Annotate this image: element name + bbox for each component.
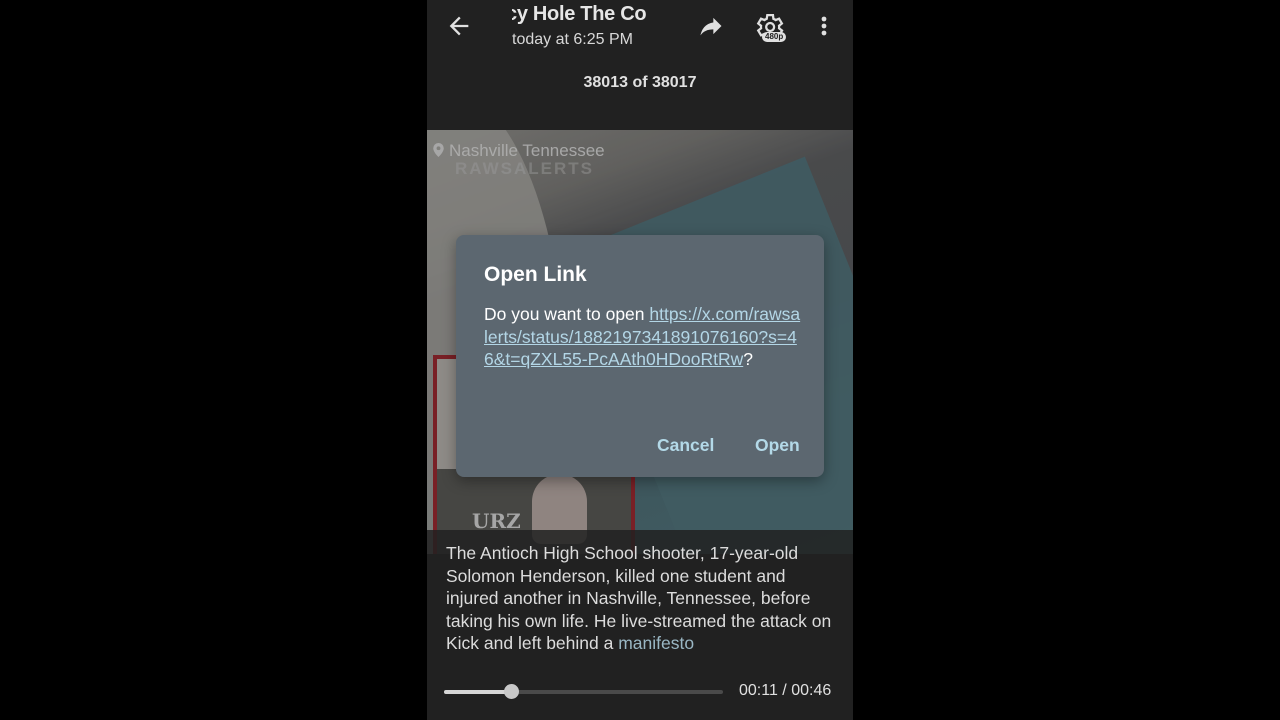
- seek-thumb[interactable]: [503, 684, 519, 699]
- caption-link[interactable]: manifesto: [618, 633, 694, 653]
- playback-time: 00:11 / 00:46: [739, 682, 831, 700]
- more-options-icon[interactable]: [814, 12, 834, 40]
- media-viewer: cy Hole The Co today at 6:25 PM 480p 380…: [427, 0, 853, 720]
- open-button[interactable]: Open: [755, 435, 800, 456]
- title-container: cy Hole The Co: [512, 3, 662, 31]
- caption-text: The Antioch High School shooter, 17-year…: [446, 542, 841, 655]
- dialog-title: Open Link: [484, 263, 587, 286]
- open-link-dialog: Open Link Do you want to open https://x.…: [456, 235, 824, 477]
- dialog-suffix: ?: [743, 349, 753, 369]
- quality-badge: 480p: [762, 32, 787, 42]
- seek-bar[interactable]: [444, 684, 723, 699]
- time-separator: /: [777, 682, 792, 699]
- top-bar: cy Hole The Co today at 6:25 PM 480p 380…: [427, 0, 853, 128]
- seek-progress: [444, 690, 511, 694]
- dialog-prompt: Do you want to open: [484, 304, 650, 324]
- share-icon[interactable]: [697, 12, 725, 40]
- cancel-button[interactable]: Cancel: [657, 435, 714, 456]
- duration: 00:46: [791, 682, 832, 699]
- media-counter: 38013 of 38017: [583, 74, 697, 91]
- dialog-message: Do you want to open https://x.com/rawsal…: [484, 303, 804, 371]
- chat-title: cy Hole The Co: [512, 3, 647, 25]
- message-timestamp: today at 6:25 PM: [512, 31, 633, 48]
- current-time: 00:11: [739, 682, 778, 699]
- caption-panel: The Antioch High School shooter, 17-year…: [427, 530, 853, 658]
- back-arrow-icon[interactable]: [445, 12, 473, 40]
